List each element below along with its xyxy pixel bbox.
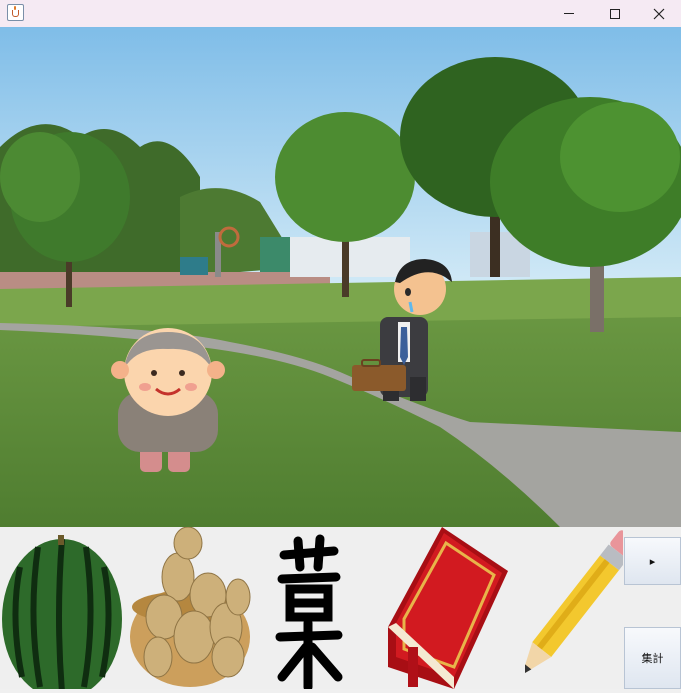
title-bar — [0, 0, 681, 27]
minimize-button[interactable] — [546, 0, 592, 27]
tally-button[interactable]: 集計 — [624, 627, 681, 689]
maximize-button[interactable] — [592, 0, 638, 27]
book-icon — [388, 527, 508, 689]
pencil-item[interactable] — [522, 527, 639, 689]
close-button[interactable] — [636, 0, 681, 27]
park-scene — [0, 27, 681, 527]
pencil-icon — [522, 530, 639, 675]
next-button[interactable]: ▸ — [624, 537, 681, 585]
kanji-item[interactable] — [268, 527, 348, 692]
watermelon-item[interactable] — [0, 527, 126, 693]
maximize-icon — [610, 8, 620, 19]
item-bar — [0, 526, 681, 693]
potato-basket-icon — [130, 526, 251, 687]
potatoes-item[interactable] — [128, 526, 253, 689]
minimize-icon — [564, 13, 574, 14]
watermelon-icon — [2, 535, 122, 693]
close-icon — [653, 8, 665, 19]
kanji-icon — [275, 534, 343, 692]
java-app-icon — [7, 4, 24, 21]
book-item[interactable] — [380, 527, 510, 689]
park-background — [0, 27, 681, 527]
